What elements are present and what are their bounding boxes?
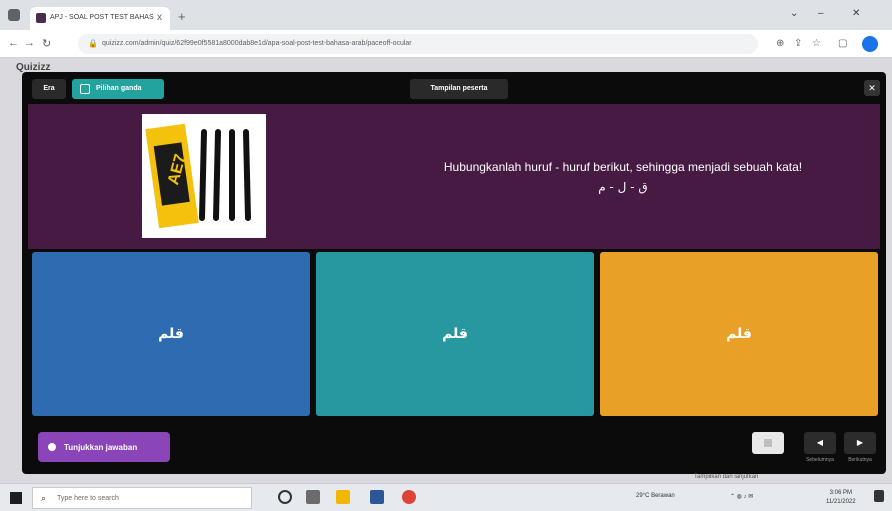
minimize-button[interactable]: ⌄: [790, 8, 798, 19]
clock-time: 3:06 PM: [829, 490, 852, 496]
browser-menu-icon[interactable]: [8, 9, 20, 21]
windows-start-icon[interactable]: [10, 492, 22, 504]
question-area: AE7 Hubungkanlah huruf - huruf berikut, …: [28, 104, 880, 249]
weather-text[interactable]: 29°C Berawan: [636, 493, 675, 499]
cortana-icon[interactable]: [278, 490, 292, 504]
multiple-choice-button[interactable]: Pilihan ganda: [72, 79, 164, 99]
next-label: Berikutnya: [848, 457, 872, 463]
bookmark-star-icon[interactable]: ☆: [812, 38, 821, 49]
popup-text: Tampilkan dan lanjutkan: [694, 474, 759, 480]
restore-button[interactable]: –: [818, 8, 824, 19]
reload-icon[interactable]: ↻: [42, 37, 51, 50]
forward-arrow-icon[interactable]: →: [24, 37, 35, 49]
word-app-icon[interactable]: [370, 490, 384, 504]
window-close-button[interactable]: ✕: [852, 8, 860, 19]
profile-avatar[interactable]: [862, 36, 878, 52]
search-icon: ⌕: [41, 493, 47, 503]
modal-close-button[interactable]: ✕: [864, 80, 880, 96]
notification-icon[interactable]: [874, 490, 884, 502]
taskbar-search-input[interactable]: ⌕ Type here to search: [32, 487, 252, 509]
search-placeholder: Type here to search: [57, 495, 119, 502]
eye-icon: [48, 443, 56, 451]
address-bar-row: ← → ↻ 🔒 quizizz.com/admin/quiz/62f99e0f5…: [0, 30, 892, 58]
chrome-app-icon[interactable]: [402, 490, 416, 504]
answer-option-3[interactable]: قلم: [600, 252, 878, 416]
next-button[interactable]: ▶: [844, 432, 876, 454]
windows-taskbar: ⌕ Type here to search 29°C Berawan ⌃ ◍ ♪…: [0, 483, 892, 511]
tab-title: APJ - SOAL POST TEST BAHAS: [50, 14, 154, 21]
zoom-icon[interactable]: ⊕: [776, 38, 784, 49]
browser-tab[interactable]: APJ - SOAL POST TEST BAHAS x: [30, 7, 170, 30]
tab-favicon-icon: [36, 13, 46, 23]
modal-toolbar: Era Pilihan ganda Tampilan peserta ✕: [22, 72, 886, 104]
checklist-icon: [80, 84, 90, 94]
answer-option-2[interactable]: قلم: [316, 252, 594, 416]
question-arabic-text: ق - ل - م: [598, 180, 648, 194]
multiple-choice-label: Pilihan ganda: [96, 85, 142, 92]
share-icon[interactable]: ⇪: [794, 38, 802, 49]
task-view-icon[interactable]: [306, 490, 320, 504]
era-button[interactable]: Era: [32, 79, 66, 99]
answer-option-1-text: قلم: [158, 326, 184, 342]
answer-option-1[interactable]: قلم: [32, 252, 310, 416]
pen-box-image: AE7: [145, 123, 251, 229]
browser-tabbar: APJ - SOAL POST TEST BAHAS x + ⌄ – ✕: [0, 0, 892, 30]
file-explorer-icon[interactable]: [336, 490, 350, 504]
fullscreen-button[interactable]: [752, 432, 784, 454]
back-arrow-icon[interactable]: ←: [8, 37, 19, 49]
prev-label: Sebelumnya: [806, 457, 834, 463]
sidepanel-icon[interactable]: ▢: [838, 38, 847, 49]
screen: APJ - SOAL POST TEST BAHAS x + ⌄ – ✕ ← →…: [0, 0, 892, 511]
clock-date: 11/21/2022: [826, 499, 856, 505]
url-text: quizizz.com/admin/quiz/62f99e0f5581a8000…: [102, 40, 412, 47]
answer-option-3-text: قلم: [726, 326, 752, 342]
question-image: AE7: [142, 114, 266, 238]
prev-button[interactable]: ◀: [804, 432, 836, 454]
clock[interactable]: 3:06 PM 11/21/2022: [826, 489, 856, 507]
question-preview-modal: Era Pilihan ganda Tampilan peserta ✕ AE7: [22, 72, 886, 474]
system-tray-icons[interactable]: ⌃ ◍ ♪ ✉: [730, 493, 753, 500]
show-answer-button[interactable]: Tunjukkan jawaban: [38, 432, 170, 462]
new-tab-button[interactable]: +: [178, 9, 186, 24]
tab-close-icon[interactable]: x: [157, 12, 162, 23]
answer-option-2-text: قلم: [442, 326, 468, 342]
url-input[interactable]: 🔒 quizizz.com/admin/quiz/62f99e0f5581a80…: [78, 34, 758, 54]
lock-icon: 🔒: [88, 39, 98, 48]
show-answer-label: Tunjukkan jawaban: [64, 443, 138, 452]
question-text: Hubungkanlah huruf - huruf berikut, sehi…: [443, 160, 803, 174]
participant-view-button[interactable]: Tampilan peserta: [410, 79, 508, 99]
